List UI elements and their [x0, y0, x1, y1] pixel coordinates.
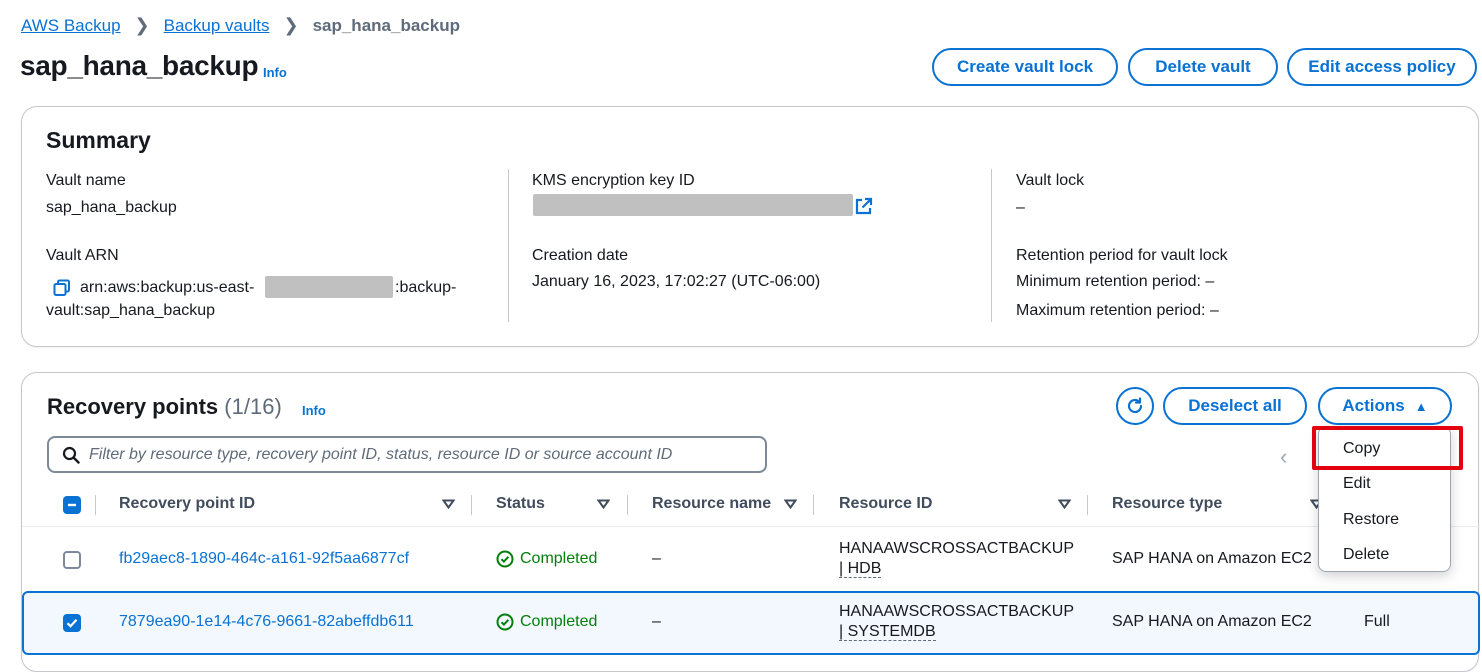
recovery-points-title: Recovery points (1/16): [47, 394, 282, 420]
col-recovery-point-id[interactable]: Recovery point ID: [119, 495, 255, 513]
backup-type-cell: Full: [1364, 613, 1390, 630]
kms-key-label: KMS encryption key ID: [532, 172, 695, 189]
caret-up-icon: ▲: [1414, 398, 1428, 414]
resource-id-line1: HANAAWSCROSSACTBACKUP: [839, 603, 1074, 620]
breadcrumb-aws-backup[interactable]: AWS Backup: [21, 16, 121, 36]
redacted-account-id: [265, 276, 393, 298]
sort-down-icon[interactable]: [442, 499, 455, 509]
status-text: Completed: [520, 613, 598, 630]
status-cell: Completed: [496, 550, 597, 568]
chevron-right-icon: ❯: [283, 15, 299, 35]
header-divider: [22, 526, 1480, 527]
resource-id-cell[interactable]: HANAAWSCROSSACTBACKUP | HDB: [839, 539, 1074, 579]
sort-down-icon[interactable]: [784, 499, 797, 509]
check-circle-icon: [496, 550, 514, 568]
vault-arn-label: Vault ARN: [46, 247, 119, 264]
recovery-points-info-link[interactable]: Info: [302, 403, 326, 418]
resource-type-cell: SAP HANA on Amazon EC2: [1112, 550, 1312, 567]
status-cell: Completed: [496, 613, 597, 631]
chevron-right-icon: ❯: [134, 15, 150, 35]
resource-id-cell[interactable]: HANAAWSCROSSACTBACKUP | SYSTEMDB: [839, 602, 1074, 642]
resource-id-line2: | HDB: [839, 560, 882, 578]
create-vault-lock-button[interactable]: Create vault lock: [932, 48, 1118, 86]
breadcrumb-current: sap_hana_backup: [312, 15, 460, 35]
title-info-link[interactable]: Info: [263, 65, 287, 80]
column-divider: [508, 169, 509, 322]
column-separator: [95, 495, 96, 515]
creation-date-label: Creation date: [532, 247, 629, 264]
actions-label: Actions: [1342, 396, 1405, 415]
checkmark-icon: [66, 618, 78, 628]
breadcrumb: AWS Backup ❯ Backup vaults ❯ sap_hana_ba…: [21, 15, 460, 36]
summary-title: Summary: [46, 127, 151, 153]
refresh-button[interactable]: [1116, 387, 1154, 425]
column-separator: [471, 495, 472, 515]
refresh-icon: [1127, 397, 1143, 414]
redacted-kms-key: [533, 194, 853, 216]
status-text: Completed: [520, 550, 598, 567]
check-circle-icon: [496, 613, 514, 631]
column-separator: [627, 495, 628, 515]
vault-arn-suffix: :backup-: [395, 279, 457, 296]
vault-name-label: Vault name: [46, 172, 126, 189]
column-divider: [991, 169, 992, 322]
summary-card: Summary Vault name sap_hana_backup Vault…: [21, 106, 1479, 347]
col-status[interactable]: Status: [496, 495, 545, 513]
vault-lock-value: –: [1016, 199, 1025, 216]
recovery-points-heading: Recovery points: [47, 394, 219, 419]
column-separator: [813, 495, 814, 515]
resource-type-cell: SAP HANA on Amazon EC2: [1112, 613, 1312, 630]
vault-lock-label: Vault lock: [1016, 172, 1085, 189]
delete-vault-button[interactable]: Delete vault: [1128, 48, 1278, 86]
menu-item-edit[interactable]: Edit: [1343, 475, 1371, 493]
page-title: sap_hana_backup: [20, 50, 259, 81]
resource-name-cell: –: [652, 613, 661, 630]
menu-item-delete[interactable]: Delete: [1343, 546, 1389, 564]
row-checkbox-checked[interactable]: [63, 614, 81, 632]
deselect-all-button[interactable]: Deselect all: [1163, 387, 1307, 425]
search-input[interactable]: Filter by resource type, recovery point …: [47, 436, 767, 473]
column-separator: [1087, 495, 1088, 515]
resource-id-line1: HANAAWSCROSSACTBACKUP: [839, 540, 1074, 557]
recovery-point-id-link[interactable]: 7879ea90-1e14-4c76-9661-82abeffdb611: [119, 613, 414, 631]
recovery-points-count: (1/16): [224, 394, 282, 419]
retention-label: Retention period for vault lock: [1016, 247, 1228, 264]
resource-id-line2: | SYSTEMDB: [839, 623, 936, 641]
select-all-checkbox[interactable]: [63, 496, 81, 514]
vault-arn-line2: vault:sap_hana_backup: [46, 302, 216, 319]
vault-name-value: sap_hana_backup: [46, 199, 177, 216]
col-resource-type[interactable]: Resource type: [1112, 495, 1222, 513]
row-checkbox[interactable]: [63, 551, 81, 569]
min-retention: Minimum retention period: –: [1016, 273, 1215, 290]
col-resource-name[interactable]: Resource name: [652, 495, 771, 513]
edit-access-policy-button[interactable]: Edit access policy: [1287, 48, 1477, 86]
breadcrumb-backup-vaults[interactable]: Backup vaults: [164, 16, 270, 36]
resource-name-cell: –: [652, 550, 661, 567]
external-link-icon[interactable]: [854, 197, 873, 221]
search-placeholder: Filter by resource type, recovery point …: [89, 445, 673, 463]
copy-highlight-box: [1312, 426, 1463, 470]
sort-down-icon[interactable]: [1058, 499, 1071, 509]
actions-button[interactable]: Actions ▲: [1318, 387, 1452, 425]
pagination-prev-icon[interactable]: ‹: [1280, 444, 1287, 470]
search-icon: [62, 446, 80, 469]
recovery-point-id-link[interactable]: fb29aec8-1890-464c-a161-92f5aa6877cf: [119, 550, 409, 568]
menu-item-restore[interactable]: Restore: [1343, 511, 1399, 529]
col-resource-id[interactable]: Resource ID: [839, 495, 932, 513]
sort-down-icon[interactable]: [597, 499, 610, 509]
creation-date-value: January 16, 2023, 17:02:27 (UTC-06:00): [532, 273, 821, 290]
max-retention: Maximum retention period: –: [1016, 302, 1219, 319]
